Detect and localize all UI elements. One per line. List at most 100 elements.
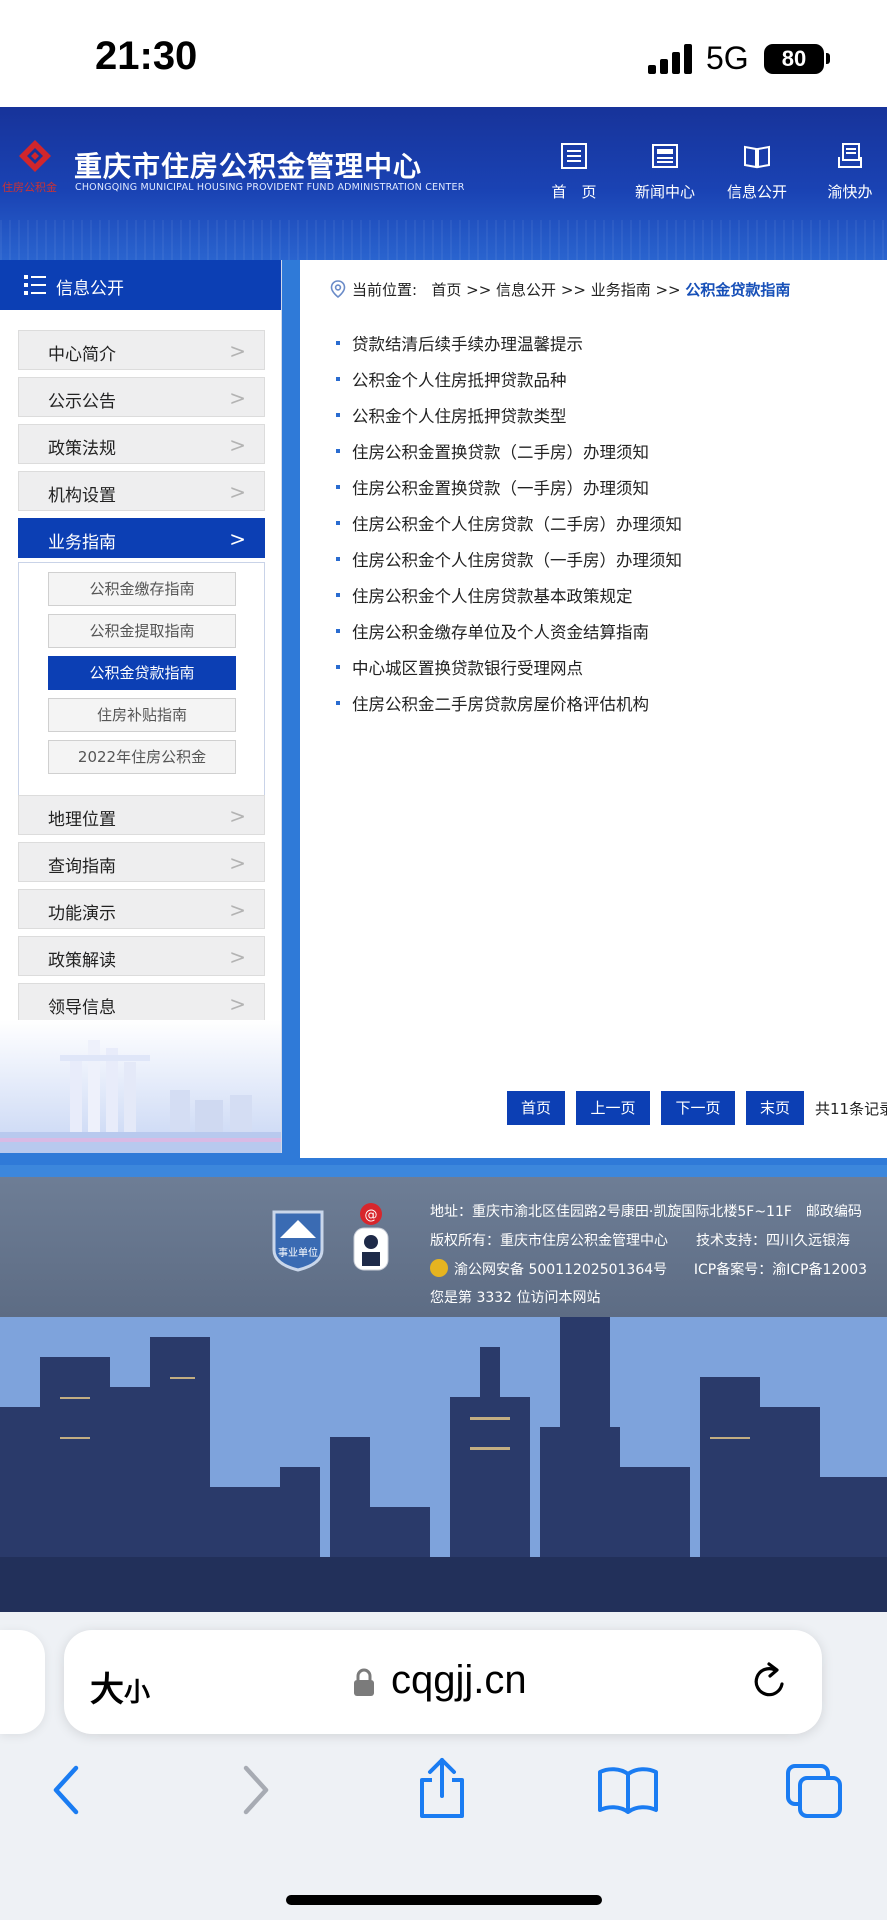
main-area: 信息公开 中心简介 > 公示公告 > 政策法规 > 机构设置 > 业务指南 > … <box>0 260 887 1165</box>
fund-logo-icon[interactable] <box>18 139 52 173</box>
url-text[interactable]: cqgjj.cn <box>391 1658 527 1703</box>
article-link[interactable]: 住房公积金置换贷款（一手房）办理须知 <box>336 475 649 499</box>
article-link[interactable]: 住房公积金二手房贷款房屋价格评估机构 <box>336 691 649 715</box>
location-pin-icon <box>330 280 346 298</box>
share-icon[interactable] <box>414 1756 470 1820</box>
breadcrumb: 当前位置: 首页 >> 信息公开 >> 业务指南 >> 公积金贷款指南 <box>352 279 790 300</box>
public-institution-badge-icon[interactable]: 事业单位 <box>270 1206 326 1272</box>
police-record[interactable]: 渝公网安备 50011202501364号 <box>454 1262 667 1278</box>
breadcrumb-current: 公积金贷款指南 <box>685 281 791 299</box>
sidebar-item-policy-interpretation[interactable]: 政策解读 > <box>18 936 265 976</box>
prev-page-button[interactable]: 上一页 <box>576 1091 650 1125</box>
submenu-item-subsidy-guide[interactable]: 住房补贴指南 <box>48 698 236 732</box>
footer-address: 地址：重庆市渝北区佳园路2号康田·凯旋国际北楼5F~11F 邮政编码 <box>430 1204 862 1220</box>
site-name-english: CHONGQING MUNICIPAL HOUSING PROVIDENT FU… <box>75 182 465 193</box>
nav-info-disclosure[interactable]: 信息公开 <box>722 141 792 202</box>
nav-home-label: 首 页 <box>551 183 597 201</box>
article-link[interactable]: 公积金个人住房抵押贷款类型 <box>336 403 567 427</box>
sidebar-item-center-intro[interactable]: 中心简介 > <box>18 330 265 370</box>
sidebar-item-location[interactable]: 地理位置 > <box>18 795 265 835</box>
chevron-right-icon: > <box>229 433 246 457</box>
nav-info-disclosure-label: 信息公开 <box>726 183 787 201</box>
sidebar-item-label: 机构设置 <box>48 486 116 506</box>
battery-icon: 80 <box>764 44 824 74</box>
sidebar-item-demo[interactable]: 功能演示 > <box>18 889 265 929</box>
nav-home[interactable]: 首 页 <box>548 141 600 202</box>
bookmarks-icon[interactable] <box>596 1764 660 1814</box>
article-link[interactable]: 住房公积金缴存单位及个人资金结算指南 <box>336 619 649 643</box>
site-name[interactable]: 重庆市住房公积金管理中心 <box>74 145 422 185</box>
sidebar-item-organization[interactable]: 机构设置 > <box>18 471 265 511</box>
sidebar-item-policies[interactable]: 政策法规 > <box>18 424 265 464</box>
nav-yukuaiban[interactable]: 渝快办 <box>820 141 880 202</box>
logo-subtext: 住房公积金 <box>2 181 57 194</box>
chevron-right-icon: > <box>229 480 246 504</box>
status-bar: 21:30 5G 80 <box>0 0 887 107</box>
article-link[interactable]: 住房公积金个人住房贷款（一手房）办理须知 <box>336 547 682 571</box>
lock-icon <box>354 1668 374 1696</box>
home-indicator <box>286 1895 602 1905</box>
open-book-icon <box>744 145 770 169</box>
newspaper-icon <box>652 144 678 168</box>
nav-news-label: 新闻中心 <box>634 183 695 201</box>
list-icon <box>24 275 46 295</box>
chevron-right-icon: > <box>229 851 246 875</box>
article-link[interactable]: 住房公积金个人住房贷款基本政策规定 <box>336 583 633 607</box>
sidebar-item-label: 政策解读 <box>48 951 116 971</box>
icp-record[interactable]: ICP备案号：渝ICP备12003 <box>694 1262 867 1278</box>
address-bar[interactable]: 大小 cqgjj.cn <box>64 1630 822 1734</box>
sidebar-header: 信息公开 <box>0 260 281 310</box>
article-link[interactable]: 中心城区置换贷款银行受理网点 <box>336 655 583 679</box>
text-size-button[interactable]: 大小 <box>90 1662 150 1711</box>
chevron-right-icon: > <box>229 527 246 551</box>
sidebar-item-announcements[interactable]: 公示公告 > <box>18 377 265 417</box>
sidebar-item-label: 查询指南 <box>48 857 116 877</box>
police-emblem-icon <box>430 1259 448 1277</box>
submenu: 公积金缴存指南 公积金提取指南 公积金贷款指南 住房补贴指南 2022年住房公积… <box>18 562 265 830</box>
footer-records: 渝公网安备 50011202501364号 ICP备案号：渝ICP备12003 <box>430 1259 867 1279</box>
submenu-item-deposit-guide[interactable]: 公积金缴存指南 <box>48 572 236 606</box>
article-link[interactable]: 公积金个人住房抵押贷款品种 <box>336 367 567 391</box>
submenu-item-loan-guide[interactable]: 公积金贷款指南 <box>48 656 236 690</box>
svg-text:@: @ <box>365 1208 378 1223</box>
last-page-button[interactable]: 末页 <box>746 1091 804 1125</box>
site-header: 住房公积金 重庆市住房公积金管理中心 CHONGQING MUNICIPAL H… <box>0 107 887 260</box>
tabs-icon[interactable] <box>784 1762 844 1820</box>
record-count: 共11条记录 <box>815 1100 887 1118</box>
visitor-counter: 您是第 3332 位访问本网站 <box>430 1290 601 1306</box>
network-type: 5G <box>706 40 749 76</box>
first-page-button[interactable]: 首页 <box>507 1091 565 1125</box>
cellular-signal-icon <box>648 44 694 74</box>
forward-arrow-icon[interactable] <box>240 1762 274 1818</box>
nav-yukuaiban-label: 渝快办 <box>827 183 873 201</box>
sidebar-item-label: 公示公告 <box>48 392 116 412</box>
text-size-large: 大 <box>90 1671 124 1709</box>
previous-tab-peek[interactable] <box>0 1630 45 1734</box>
reload-icon[interactable] <box>749 1660 791 1704</box>
breadcrumb-path[interactable]: 首页 >> 信息公开 >> 业务指南 >> <box>431 281 680 299</box>
sidebar-item-leadership[interactable]: 领导信息 > <box>18 983 265 1023</box>
submenu-item-withdrawal-guide[interactable]: 公积金提取指南 <box>48 614 236 648</box>
content-panel: 当前位置: 首页 >> 信息公开 >> 业务指南 >> 公积金贷款指南 贷款结清… <box>300 260 887 1158</box>
skyline-illustration <box>0 1020 281 1153</box>
chevron-right-icon: > <box>229 386 246 410</box>
submenu-item-2022-fund[interactable]: 2022年住房公积金 <box>48 740 236 774</box>
sidebar-item-business-guide[interactable]: 业务指南 > <box>18 518 265 558</box>
sidebar-item-label: 中心简介 <box>48 345 116 365</box>
sidebar: 信息公开 中心简介 > 公示公告 > 政策法规 > 机构设置 > 业务指南 > … <box>0 260 282 1153</box>
sidebar-item-query-guide[interactable]: 查询指南 > <box>18 842 265 882</box>
police-badge-icon[interactable]: @ <box>346 1200 396 1274</box>
text-size-small: 小 <box>124 1677 151 1707</box>
next-page-button[interactable]: 下一页 <box>661 1091 735 1125</box>
status-time: 21:30 <box>95 34 198 78</box>
sidebar-item-label: 政策法规 <box>48 439 116 459</box>
article-link[interactable]: 贷款结清后续手续办理温馨提示 <box>336 331 583 355</box>
article-link[interactable]: 住房公积金个人住房贷款（二手房）办理须知 <box>336 511 682 535</box>
back-arrow-icon[interactable] <box>48 1762 82 1818</box>
home-doc-icon <box>561 143 587 169</box>
footer-copyright: 版权所有：重庆市住房公积金管理中心 技术支持：四川久远银海 <box>430 1233 850 1249</box>
footer-band <box>0 1165 887 1177</box>
chevron-right-icon: > <box>229 339 246 363</box>
article-link[interactable]: 住房公积金置换贷款（二手房）办理须知 <box>336 439 649 463</box>
nav-news[interactable]: 新闻中心 <box>630 141 700 202</box>
